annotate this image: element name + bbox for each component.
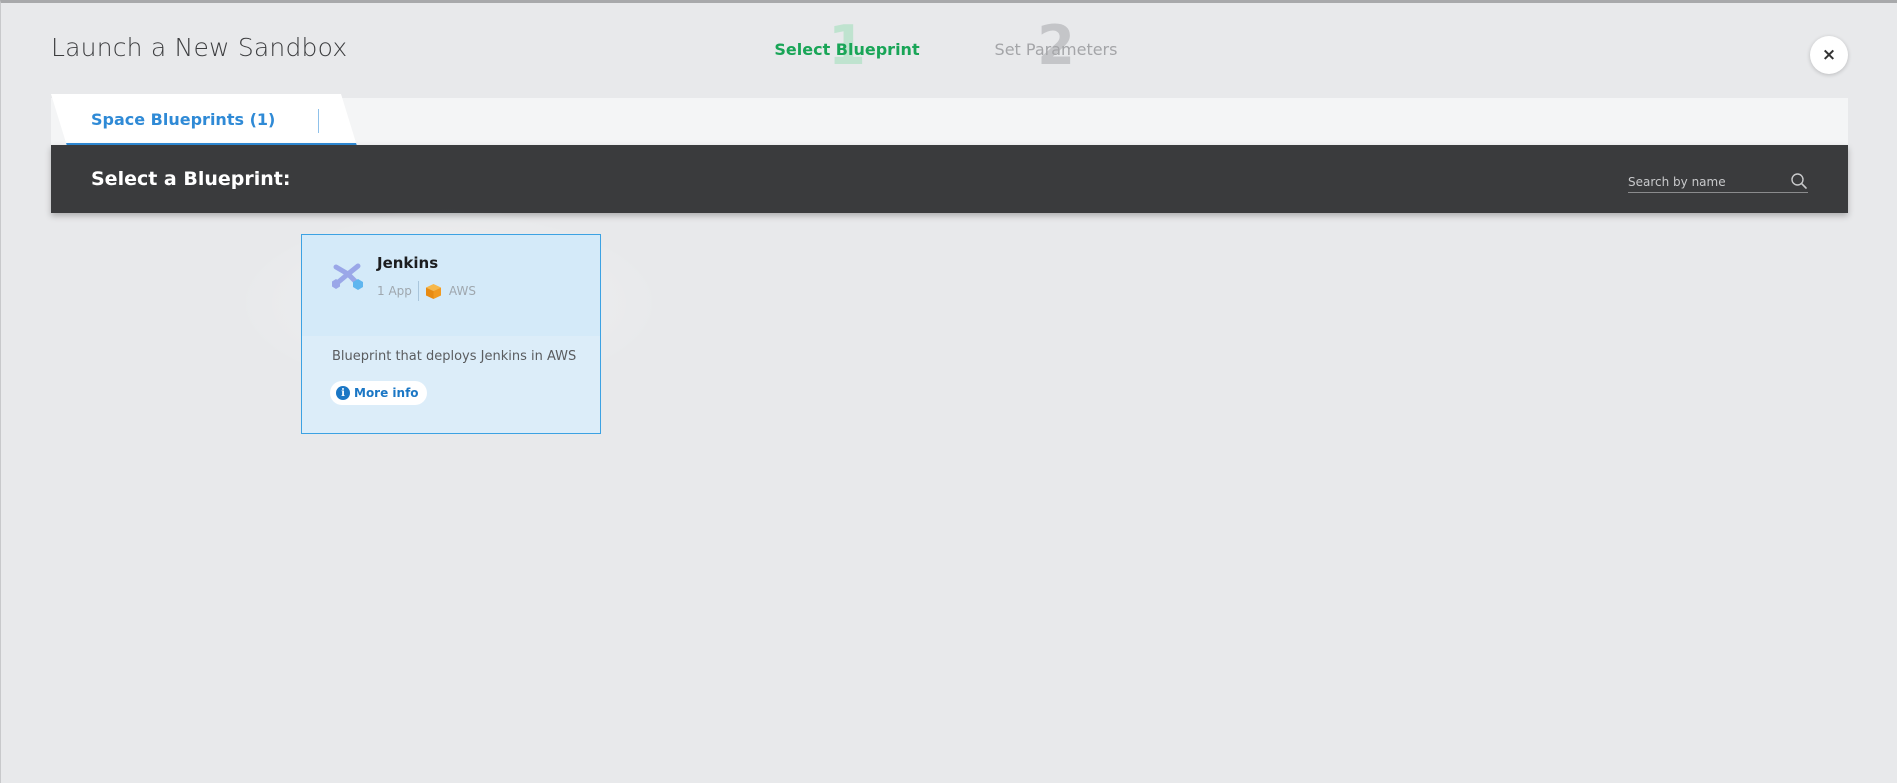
card-description: Blueprint that deploys Jenkins in AWS	[332, 349, 577, 364]
tab-divider	[318, 109, 319, 133]
select-blueprint-heading: Select a Blueprint:	[91, 168, 291, 190]
search-icon[interactable]	[1790, 172, 1808, 190]
close-icon: ×	[1821, 45, 1837, 65]
aws-cube-icon	[425, 283, 441, 299]
blueprint-topology-icon	[332, 263, 363, 290]
more-info-label: More info	[354, 386, 419, 400]
more-info-button[interactable]: i More info	[330, 381, 427, 405]
search-box	[1628, 171, 1808, 193]
wizard-step-set-parameters[interactable]: 2 Set Parameters	[985, 19, 1127, 73]
tab-bar: Space Blueprints (1)	[51, 94, 1848, 146]
step-label: Select Blueprint	[774, 40, 920, 59]
blueprint-card-jenkins[interactable]: Jenkins 1 App AWS Blueprint that deploys…	[301, 234, 601, 434]
tab-space-blueprints[interactable]: Space Blueprints (1)	[51, 94, 357, 146]
tab-label: Space Blueprints (1)	[91, 110, 276, 129]
blueprint-header-bar: Select a Blueprint:	[51, 145, 1848, 213]
close-button[interactable]: ×	[1810, 36, 1848, 74]
app-count: 1 App	[377, 284, 412, 298]
cloud-provider: AWS	[448, 284, 476, 298]
page-title: Launch a New Sandbox	[51, 33, 348, 62]
info-icon: i	[336, 386, 350, 400]
step-label: Set Parameters	[994, 40, 1118, 59]
wizard-step-select-blueprint[interactable]: 1 Select Blueprint	[773, 19, 921, 73]
meta-divider	[417, 281, 419, 301]
card-meta: 1 App AWS	[377, 280, 476, 302]
search-input[interactable]	[1628, 172, 1783, 192]
card-title: Jenkins	[377, 254, 439, 272]
